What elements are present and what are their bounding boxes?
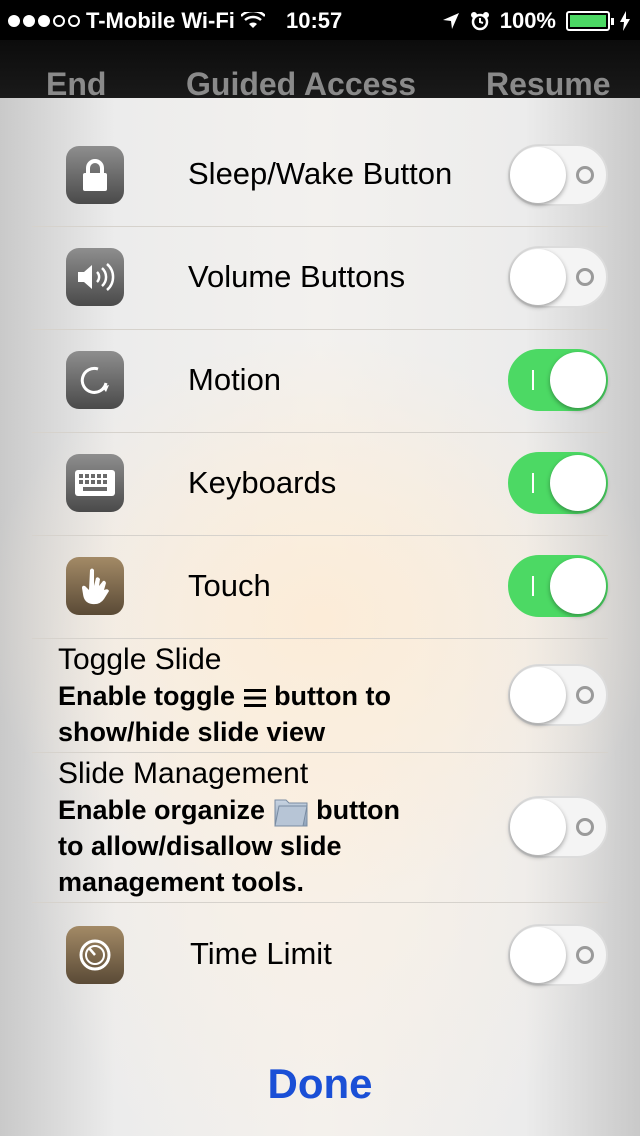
signal-strength-icon — [8, 15, 80, 27]
status-time: 10:57 — [286, 8, 343, 33]
hand-pointer-icon — [66, 557, 124, 615]
option-row-touch: Touch — [32, 535, 608, 639]
toggle-slide-text: Toggle Slide Enable toggle button to sho… — [58, 642, 391, 750]
toggle-slide-description-line2: show/hide slide view — [58, 717, 326, 747]
option-label: Keyboards — [188, 465, 337, 500]
option-row-time-limit: Time Limit — [32, 902, 608, 1006]
navigation-bar: End Guided Access Resume — [0, 40, 640, 102]
option-row-toggle-slide: Toggle Slide Enable toggle button to sho… — [32, 638, 608, 753]
option-row-slide-management: Slide Management Enable organize button … — [32, 752, 608, 903]
status-right: 100% — [442, 8, 630, 34]
option-row-sleep-wake: Sleep/Wake Button — [32, 122, 608, 227]
time-limit-switch[interactable] — [508, 924, 608, 986]
toggle-slide-switch[interactable] — [508, 664, 608, 726]
lock-icon — [66, 146, 124, 204]
option-label: Sleep/Wake Button — [188, 156, 453, 191]
toggle-slide-description-line1: Enable toggle button to — [58, 681, 392, 711]
location-arrow-icon — [442, 13, 459, 29]
option-label: Touch — [188, 568, 271, 603]
status-bar: T-Mobile Wi-Fi 10:57 100% — [0, 0, 640, 40]
slide-management-description-line3: management tools. — [58, 867, 305, 897]
option-label: Motion — [188, 362, 282, 397]
wifi-icon — [240, 12, 265, 28]
slide-management-description-line2: to allow/disallow slide — [58, 831, 342, 861]
touch-switch[interactable] — [508, 555, 608, 617]
volume-buttons-switch[interactable] — [508, 246, 608, 308]
timer-icon — [66, 926, 124, 984]
slide-management-switch[interactable] — [508, 796, 608, 858]
keyboard-icon — [66, 454, 124, 512]
toggle-slide-title: Toggle Slide — [58, 643, 222, 676]
keyboards-switch[interactable] — [508, 452, 608, 514]
status-left: T-Mobile Wi-Fi — [8, 8, 265, 34]
option-row-volume: Volume Buttons — [32, 226, 608, 330]
done-button[interactable]: Done — [0, 1060, 640, 1108]
alarm-clock-icon — [470, 12, 489, 31]
sleep-wake-switch[interactable] — [508, 144, 608, 206]
time-limit-label: Time Limit — [190, 936, 332, 971]
motion-switch[interactable] — [508, 349, 608, 411]
speaker-icon — [66, 248, 124, 306]
rotate-icon — [66, 351, 124, 409]
option-label: Volume Buttons — [188, 259, 406, 294]
folder-icon — [273, 799, 308, 827]
hamburger-menu-icon — [243, 688, 266, 707]
carrier-label: T-Mobile Wi-Fi — [86, 8, 235, 33]
battery-icon — [566, 11, 614, 31]
charging-bolt-icon — [620, 11, 630, 31]
option-row-keyboards: Keyboards — [32, 432, 608, 536]
slide-management-text: Slide Management Enable organize button … — [58, 756, 400, 900]
options-sheet: Sleep/Wake Button Volume Buttons Motion … — [0, 98, 640, 1136]
option-row-motion: Motion — [32, 329, 608, 433]
slide-management-title: Slide Management — [58, 757, 309, 790]
slide-management-description-line1: Enable organize button — [58, 792, 400, 828]
battery-percent: 100% — [499, 8, 556, 33]
